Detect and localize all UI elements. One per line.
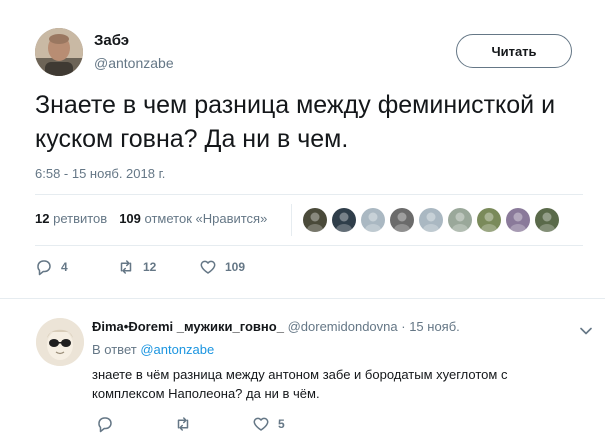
reply-header: Ðima•Ðoremi _мужики_говно_ @doremidondov…	[92, 319, 460, 334]
like-count: 5	[278, 417, 285, 431]
reply-timestamp[interactable]: · 15 нояб.	[401, 319, 460, 334]
main-tweet: Забэ @antonzabe Читать Знаете в чем разн…	[0, 0, 605, 290]
tweet-timestamp[interactable]: 6:58 - 15 нояб. 2018 г.	[35, 166, 165, 181]
reply-author-name[interactable]: Ðima•Ðoremi _мужики_говно_	[92, 319, 284, 334]
more-menu-button[interactable]	[580, 322, 592, 340]
retweet-action[interactable]: 12	[117, 258, 199, 276]
reply-to-line: В ответ @antonzabe	[92, 342, 214, 357]
liker-avatar[interactable]	[419, 208, 443, 232]
divider	[35, 245, 583, 246]
follow-button[interactable]: Читать	[456, 34, 572, 68]
like-action[interactable]: 5	[252, 415, 285, 433]
reply-count: 4	[61, 260, 68, 274]
author-name[interactable]: Забэ	[94, 32, 129, 49]
avatar[interactable]	[36, 318, 84, 366]
retweet-action[interactable]	[174, 415, 252, 433]
liker-avatars	[303, 208, 564, 232]
heart-icon	[200, 260, 216, 274]
retweets-stat-count: 12	[35, 211, 50, 226]
likes-stat-label: отметок «Нравится»	[144, 211, 268, 226]
retweet-icon	[177, 417, 189, 431]
liker-avatar[interactable]	[506, 208, 530, 232]
liker-avatar[interactable]	[477, 208, 501, 232]
retweets-stat[interactable]: 12 ретвитов	[35, 211, 107, 226]
reply-icon	[98, 417, 112, 433]
liker-avatar[interactable]	[390, 208, 414, 232]
liker-avatar[interactable]	[448, 208, 472, 232]
tweet-actions: 4 12 109	[35, 258, 245, 276]
heart-icon	[253, 417, 269, 431]
retweet-icon	[120, 260, 132, 274]
like-action[interactable]: 109	[199, 258, 245, 276]
reply-author-handle[interactable]: @doremidondovna	[288, 319, 398, 334]
reply-text: знаете в чём разница между антоном забе …	[92, 367, 508, 401]
reply-to-handle-link[interactable]: @antonzabe	[140, 342, 214, 357]
reply-to-prefix: В ответ	[92, 342, 137, 357]
liker-avatar[interactable]	[303, 208, 327, 232]
like-count: 109	[225, 260, 246, 274]
reply-action[interactable]: 4	[35, 258, 117, 276]
liker-avatar[interactable]	[361, 208, 385, 232]
divider	[35, 194, 583, 195]
retweet-count: 12	[143, 260, 157, 274]
stats-separator	[291, 204, 292, 236]
tweet-text: Знаете в чем разница между феминисткой и…	[35, 91, 556, 153]
reply-icon	[37, 260, 51, 276]
tweet-stats: 12 ретвитов 109 отметок «Нравится»	[35, 211, 267, 226]
author-handle[interactable]: @antonzabe	[94, 55, 174, 71]
reply-action[interactable]	[96, 415, 174, 433]
liker-avatar[interactable]	[535, 208, 559, 232]
reply-actions: 5	[96, 415, 285, 433]
reply-tweet[interactable]: Ðima•Ðoremi _мужики_говно_ @doremidondov…	[0, 299, 605, 444]
liker-avatar[interactable]	[332, 208, 356, 232]
chevron-down-icon	[580, 327, 592, 335]
likes-stat-count: 109	[119, 211, 141, 226]
likes-stat[interactable]: 109 отметок «Нравится»	[119, 211, 267, 226]
retweets-stat-label: ретвитов	[53, 211, 108, 226]
avatar[interactable]	[35, 28, 83, 76]
